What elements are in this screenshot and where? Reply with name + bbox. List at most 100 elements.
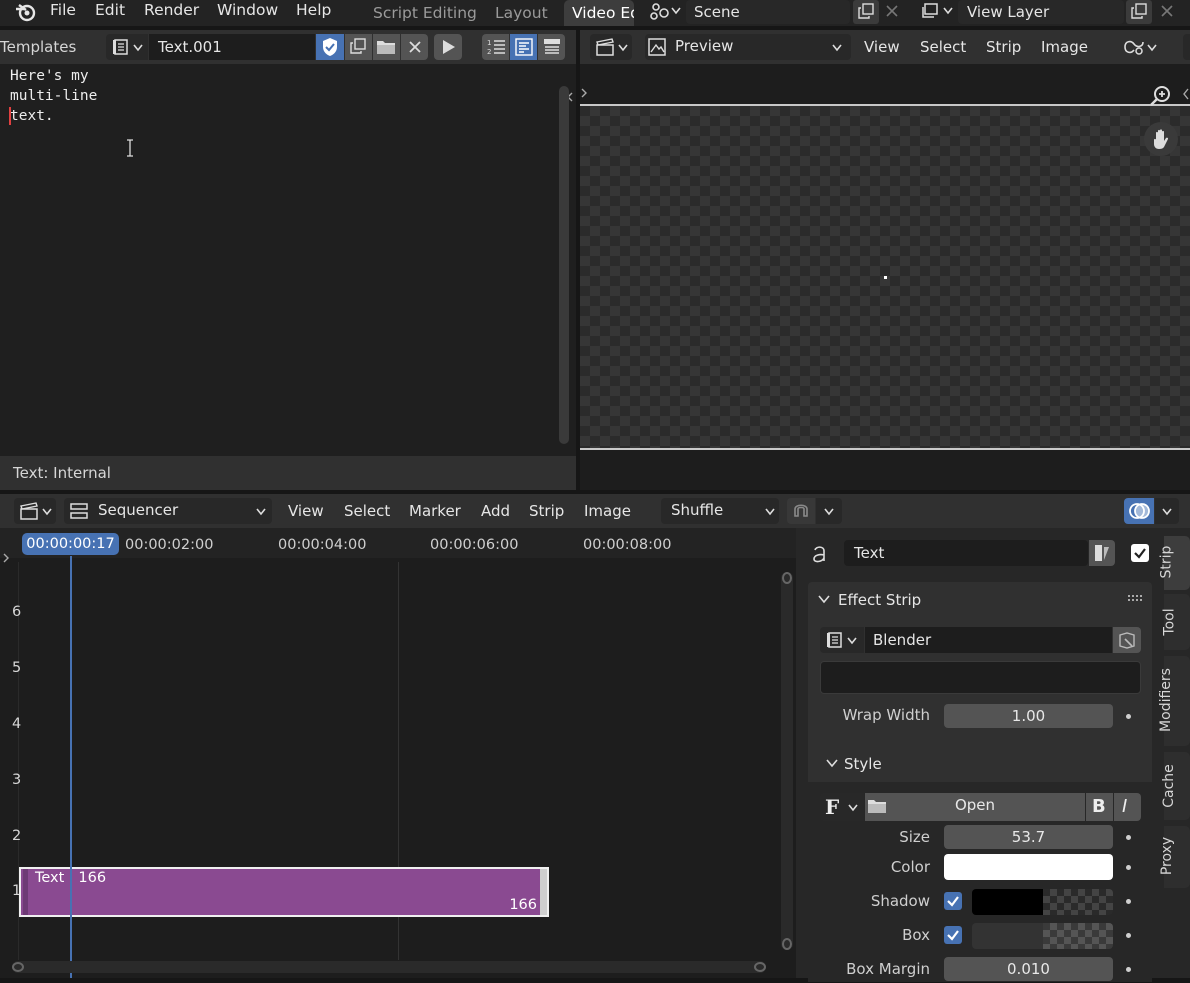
- menu-render[interactable]: Render: [144, 0, 199, 22]
- chevron-right-icon[interactable]: [2, 553, 10, 563]
- editor-type-button[interactable]: [14, 498, 56, 524]
- preview-menu-view[interactable]: View: [864, 38, 900, 56]
- time-ruler[interactable]: [0, 528, 796, 558]
- current-frame-indicator[interactable]: 00:00:00:17: [22, 533, 119, 555]
- line-numbers-toggle[interactable]: 12: [482, 34, 509, 60]
- seq-menu-image[interactable]: Image: [584, 502, 631, 520]
- word-wrap-toggle[interactable]: [510, 34, 537, 60]
- menu-window[interactable]: Window: [217, 0, 278, 22]
- preview-menu-select[interactable]: Select: [920, 38, 966, 56]
- font-type-button[interactable]: F: [820, 793, 864, 821]
- view-layer-selector[interactable]: [918, 0, 956, 24]
- syntax-highlight-toggle[interactable]: [538, 34, 565, 60]
- overlays-options-button[interactable]: [1155, 498, 1179, 524]
- seq-menu-select[interactable]: Select: [344, 502, 390, 520]
- close-icon[interactable]: [884, 3, 900, 19]
- italic-toggle[interactable]: I: [1114, 793, 1141, 821]
- editor-type-button[interactable]: [590, 34, 632, 60]
- preview-canvas[interactable]: [580, 104, 1190, 450]
- horizontal-scrollbar[interactable]: [12, 961, 766, 973]
- strip-name-field[interactable]: Text: [844, 540, 1088, 566]
- tab-proxy[interactable]: Proxy: [1159, 826, 1190, 888]
- pan-button[interactable]: [1144, 122, 1178, 156]
- seq-menu-marker[interactable]: Marker: [409, 502, 461, 520]
- tab-script-editing[interactable]: Script Editing: [365, 0, 485, 26]
- tab-layout[interactable]: Layout: [487, 0, 556, 26]
- playhead[interactable]: [70, 556, 72, 978]
- overlays-toggle[interactable]: [1124, 498, 1154, 524]
- overlap-mode-dropdown[interactable]: Shuffle: [661, 498, 779, 524]
- fake-user-button[interactable]: [316, 34, 344, 60]
- zoom-icon[interactable]: [1148, 84, 1172, 108]
- text-editor-body[interactable]: Here's my multi-line text.: [0, 64, 576, 456]
- drag-handle-icon[interactable]: [1128, 595, 1144, 603]
- seq-menu-add[interactable]: Add: [481, 502, 510, 520]
- font-browse-button[interactable]: [820, 627, 864, 653]
- box-color-swatch[interactable]: [972, 923, 1113, 949]
- blender-logo-icon[interactable]: [14, 2, 36, 22]
- unlink-text-button[interactable]: [401, 34, 428, 60]
- font-name-field[interactable]: Blender: [865, 627, 1112, 653]
- menu-help[interactable]: Help: [296, 0, 331, 22]
- shadow-checkbox[interactable]: [944, 892, 962, 910]
- color-swatch[interactable]: [944, 854, 1113, 880]
- size-field[interactable]: 53.7: [944, 825, 1113, 849]
- menu-file[interactable]: File: [50, 0, 76, 22]
- new-text-button[interactable]: [345, 34, 372, 60]
- chevron-right-icon[interactable]: [580, 88, 588, 98]
- scroll-handle-right[interactable]: [754, 962, 766, 972]
- keyframe-dot[interactable]: [1126, 714, 1131, 719]
- scene-selector[interactable]: [644, 0, 684, 24]
- tab-cache[interactable]: Cache: [1161, 752, 1190, 820]
- pack-font-button[interactable]: [1113, 627, 1141, 653]
- strip-mute-checkbox[interactable]: [1131, 544, 1149, 562]
- text-browse-button[interactable]: [106, 34, 148, 60]
- run-script-button[interactable]: [434, 34, 462, 60]
- preview-menu-image[interactable]: Image: [1041, 38, 1088, 56]
- new-scene-button[interactable]: [853, 0, 879, 24]
- shadow-color-swatch[interactable]: [972, 889, 1113, 915]
- gizmo-toggle[interactable]: [1122, 34, 1162, 60]
- seq-menu-view[interactable]: View: [288, 502, 324, 520]
- open-text-button[interactable]: [373, 34, 400, 60]
- tab-strip[interactable]: Strip: [1158, 536, 1190, 590]
- scroll-handle-top[interactable]: [782, 572, 792, 584]
- keyframe-dot[interactable]: [1126, 933, 1131, 938]
- effect-strip-panel-header[interactable]: Effect Strip: [808, 582, 1152, 622]
- strip-left-handle[interactable]: [23, 869, 28, 915]
- strip-color-tag-button[interactable]: [1089, 540, 1115, 566]
- templates-menu[interactable]: Templates: [0, 38, 76, 56]
- keyframe-dot[interactable]: [1126, 835, 1131, 840]
- chevron-left-icon[interactable]: [1182, 88, 1190, 100]
- view-layer-name-field[interactable]: View Layer: [958, 0, 1124, 24]
- overlay-button[interactable]: [1183, 34, 1190, 60]
- snap-options-button[interactable]: [816, 498, 842, 524]
- wrap-width-field[interactable]: 1.00: [944, 704, 1113, 728]
- new-view-layer-button[interactable]: [1126, 0, 1152, 24]
- bold-toggle[interactable]: B: [1086, 793, 1113, 821]
- text-name-field[interactable]: Text.001: [149, 34, 315, 60]
- text-scrollbar[interactable]: [559, 86, 569, 444]
- preview-menu-strip[interactable]: Strip: [986, 38, 1021, 56]
- view-type-dropdown[interactable]: Sequencer: [64, 498, 272, 524]
- chevron-down-icon[interactable]: [826, 758, 838, 768]
- keyframe-dot[interactable]: [1126, 899, 1131, 904]
- keyframe-dot[interactable]: [1126, 865, 1131, 870]
- sequencer-timeline[interactable]: 00:00:00:17 00:00:02:00 00:00:04:00 00:0…: [0, 528, 796, 978]
- tab-tool[interactable]: Tool: [1162, 594, 1190, 650]
- keyframe-dot[interactable]: [1126, 967, 1131, 972]
- scroll-handle-left[interactable]: [12, 962, 24, 972]
- snap-toggle[interactable]: [787, 498, 815, 524]
- strip-right-handle[interactable]: [540, 869, 547, 915]
- tab-modifiers[interactable]: Modifiers: [1158, 656, 1190, 746]
- open-font-button[interactable]: Open: [865, 793, 1085, 821]
- menu-edit[interactable]: Edit: [95, 0, 125, 22]
- box-checkbox[interactable]: [944, 926, 962, 944]
- box-margin-field[interactable]: 0.010: [944, 957, 1113, 981]
- close-icon[interactable]: [1159, 3, 1175, 19]
- seq-menu-strip[interactable]: Strip: [529, 502, 564, 520]
- style-subpanel-title[interactable]: Style: [844, 755, 882, 773]
- text-content-field[interactable]: [820, 661, 1141, 694]
- view-type-dropdown[interactable]: Preview: [645, 34, 851, 60]
- scroll-handle-bottom[interactable]: [782, 938, 792, 950]
